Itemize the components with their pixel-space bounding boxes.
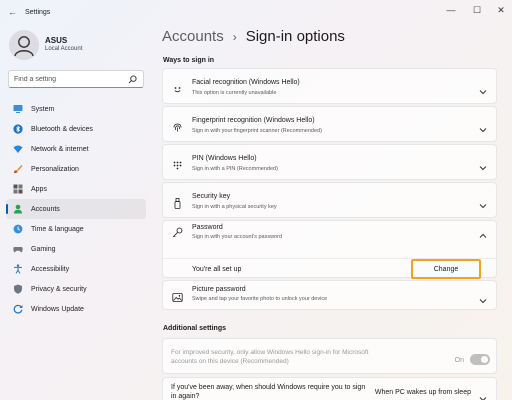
card-subtitle: This option is currently unavailable <box>192 90 277 96</box>
card-title: Fingerprint recognition (Windows Hello) <box>192 117 315 124</box>
smile-face-icon <box>172 82 183 93</box>
person-icon <box>14 36 34 57</box>
card-subtitle: Sign in with your fingerprint scanner (R… <box>192 128 322 134</box>
section-title-additional-settings: Additional settings <box>163 325 226 332</box>
sidebar-item-system[interactable]: System <box>6 99 146 119</box>
sidebar-item-time-language[interactable]: Time & language <box>6 219 146 239</box>
sidebar-item-gaming[interactable]: Gaming <box>6 239 146 259</box>
setting-description: For improved security, only allow Window… <box>171 349 369 365</box>
sidebar-item-label: Personalization <box>31 165 79 173</box>
card-subtitle: Swipe and tap your favorite photo to unl… <box>192 296 328 302</box>
sidebar-item-personalization[interactable]: Personalization <box>6 159 146 179</box>
apps-icon <box>13 184 23 194</box>
password-card[interactable]: Password Sign in with your account's pas… <box>162 220 497 279</box>
sidebar-item-label: Windows Update <box>31 305 84 313</box>
accessibility-icon <box>13 264 23 274</box>
toggle-state-label: On <box>454 357 464 364</box>
security-key-card[interactable]: Security key Sign in with a physical sec… <box>162 182 497 218</box>
shield-icon <box>13 284 23 294</box>
card-title: Security key <box>192 193 231 200</box>
sidebar-item-label: Gaming <box>31 245 56 253</box>
facial-recognition-card[interactable]: Facial recognition (Windows Hello) This … <box>162 68 497 104</box>
windows-hello-only-setting: For improved security, only allow Window… <box>162 338 497 374</box>
profile-name: ASUS <box>45 36 68 45</box>
pin-keypad-icon <box>172 158 183 170</box>
require-sign-in-setting: If you've been away, when should Windows… <box>162 377 497 400</box>
chevron-down-icon[interactable] <box>479 292 487 304</box>
person-icon <box>13 204 23 214</box>
sidebar-nav: System Bluetooth & devices Network & int… <box>6 99 146 319</box>
picture-icon <box>172 290 183 302</box>
usb-key-icon <box>172 196 183 209</box>
password-status-text: You're all set up <box>192 266 242 273</box>
gamepad-icon <box>13 244 23 254</box>
card-title: PIN (Windows Hello) <box>192 155 257 162</box>
sidebar-item-label: Apps <box>31 185 47 193</box>
app-title: Settings <box>25 9 51 16</box>
update-icon <box>13 304 23 314</box>
pin-card[interactable]: PIN (Windows Hello) Sign in with a PIN (… <box>162 144 497 180</box>
maximize-button[interactable]: ☐ <box>470 5 484 16</box>
sidebar-item-privacy-security[interactable]: Privacy & security <box>6 279 146 299</box>
sidebar-item-label: System <box>31 105 55 113</box>
windows-hello-only-toggle[interactable] <box>470 354 490 365</box>
sidebar-item-label: Time & language <box>31 225 84 233</box>
chevron-down-icon[interactable] <box>479 197 487 209</box>
search-icon[interactable] <box>128 75 137 84</box>
card-title: Facial recognition (Windows Hello) <box>192 79 300 86</box>
chevron-down-icon[interactable] <box>479 83 487 95</box>
search-input[interactable] <box>14 73 124 86</box>
close-button[interactable]: ✕ <box>494 5 508 16</box>
change-password-button[interactable]: Change <box>411 259 481 279</box>
minimize-button[interactable]: — <box>444 5 458 15</box>
sidebar-item-accessibility[interactable]: Accessibility <box>6 259 146 279</box>
card-title: Password <box>192 224 223 231</box>
sidebar-item-label: Accessibility <box>31 265 70 273</box>
page-title: Sign-in options <box>245 28 345 45</box>
chevron-down-icon[interactable] <box>479 121 487 133</box>
sidebar-item-apps[interactable]: Apps <box>6 179 146 199</box>
back-arrow-icon[interactable]: ← <box>8 7 17 17</box>
chevron-up-icon[interactable] <box>479 227 487 238</box>
fingerprint-recognition-card[interactable]: Fingerprint recognition (Windows Hello) … <box>162 106 497 142</box>
setting-description: If you've been away, when should Windows… <box>171 384 366 400</box>
chevron-down-icon[interactable] <box>479 390 487 400</box>
card-title: Picture password <box>192 286 246 293</box>
picture-password-card[interactable]: Picture password Swipe and tap your favo… <box>162 280 497 310</box>
breadcrumb-separator: › <box>232 29 237 44</box>
fingerprint-icon <box>172 120 183 132</box>
profile-account-type: Local Account <box>45 46 83 52</box>
sidebar-item-label: Network & internet <box>31 145 89 153</box>
card-subtitle: Sign in with a physical security key <box>192 204 277 210</box>
brush-icon <box>13 164 23 174</box>
monitor-icon <box>13 104 23 114</box>
breadcrumb: Accounts › Sign-in options <box>162 28 345 45</box>
key-icon <box>172 225 183 238</box>
chevron-down-icon[interactable] <box>479 159 487 171</box>
sidebar-item-label: Accounts <box>31 205 60 213</box>
sidebar-item-label: Bluetooth & devices <box>31 125 93 133</box>
require-sign-in-dropdown[interactable]: When PC wakes up from sleep <box>375 389 471 396</box>
search-box[interactable] <box>8 70 144 88</box>
breadcrumb-accounts-link[interactable]: Accounts <box>162 28 224 45</box>
sidebar-item-network[interactable]: Network & internet <box>6 139 146 159</box>
bluetooth-icon <box>13 124 23 134</box>
globe-clock-icon <box>13 224 23 234</box>
card-subtitle: Sign in with a PIN (Recommended) <box>192 166 278 172</box>
sidebar-item-label: Privacy & security <box>31 285 87 293</box>
section-title-ways-to-sign-in: Ways to sign in <box>163 57 215 64</box>
title-bar: ← Settings — ☐ ✕ <box>0 0 512 26</box>
sidebar-item-bluetooth[interactable]: Bluetooth & devices <box>6 119 146 139</box>
card-subtitle: Sign in with your account's password <box>192 234 283 240</box>
wifi-icon <box>13 144 23 154</box>
sidebar-item-accounts[interactable]: Accounts <box>6 199 146 219</box>
sidebar-item-windows-update[interactable]: Windows Update <box>6 299 146 319</box>
avatar[interactable] <box>9 30 39 60</box>
